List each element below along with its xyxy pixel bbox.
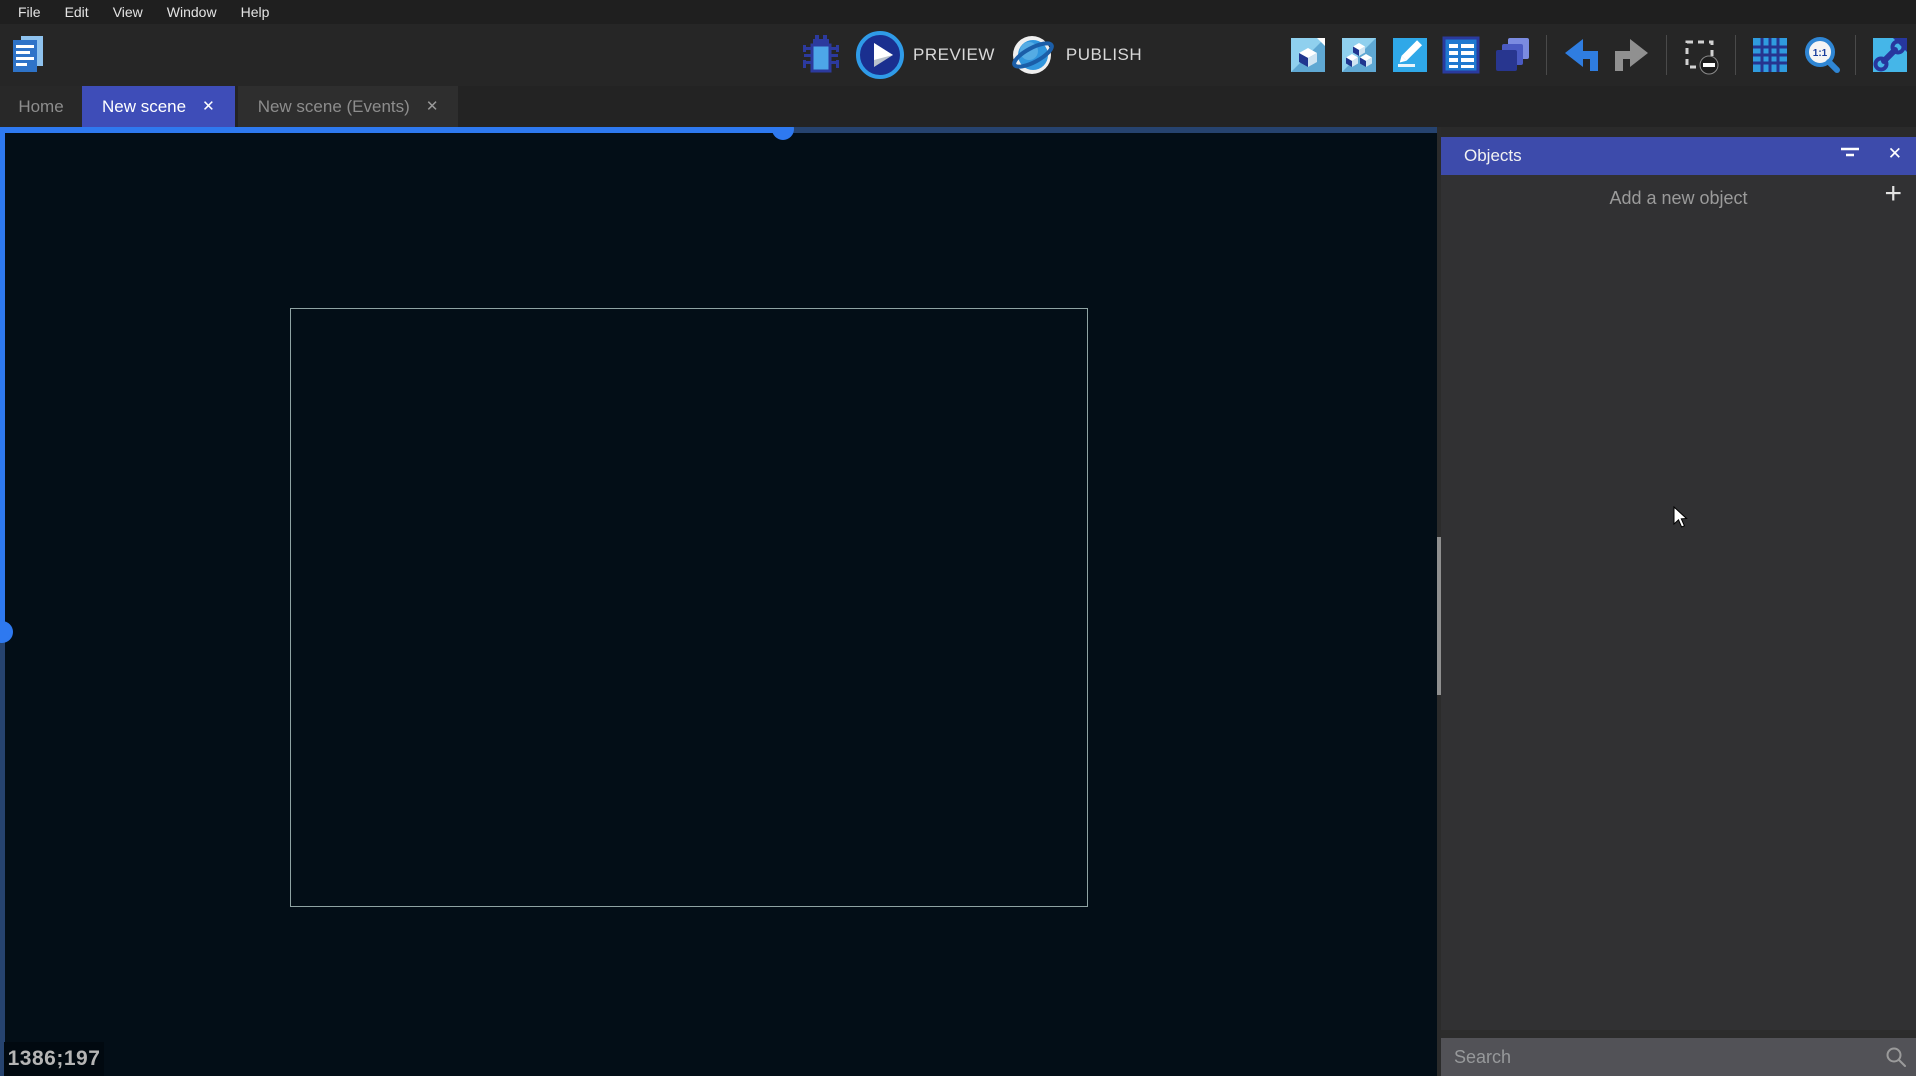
svg-text:1:1: 1:1 [1813,48,1828,59]
scene-editor-canvas[interactable]: 1386;197 [0,127,1437,1076]
filter-button[interactable] [1840,146,1860,163]
coordinates-value: 1386;197 [8,1047,101,1071]
objects-panel: Objects ✕ Add a new object + [1441,127,1916,1076]
menu-help[interactable]: Help [231,2,280,22]
menu-edit[interactable]: Edit [55,2,99,22]
grid-icon [1750,35,1790,75]
publish-button[interactable]: PUBLISH [1009,31,1142,79]
menu-file[interactable]: File [8,2,51,22]
debugger-button[interactable] [800,33,842,77]
tab-new-scene-events-label: New scene (Events) [258,97,410,117]
object-groups-button[interactable] [1339,35,1379,75]
toolbar-separator [1855,35,1856,75]
add-new-object-button[interactable]: Add a new object + [1441,175,1916,221]
tab-close-icon[interactable]: ✕ [426,99,439,114]
cursor-coordinates-readout: 1386;197 [4,1042,104,1076]
panel-top-strip [1441,127,1916,137]
objects-panel-title: Objects [1464,146,1522,166]
scene-properties-button[interactable] [1870,35,1910,75]
zoom-1-1-icon: 1:1 [1801,35,1841,75]
preview-label: PREVIEW [913,45,995,65]
objects-editor-button[interactable] [1288,35,1328,75]
toolbar-separator [1666,35,1667,75]
tab-new-scene-events[interactable]: New scene (Events) ✕ [238,86,459,127]
panel-close-button[interactable]: ✕ [1888,144,1902,164]
add-object-label: Add a new object [1441,175,1916,221]
menu-window[interactable]: Window [157,2,227,22]
layers-icon [1492,35,1532,75]
project-manager-button[interactable] [8,34,48,76]
layers-editor-button[interactable] [1492,35,1532,75]
toolbar-separator [1735,35,1736,75]
search-icon [1885,1046,1907,1073]
publish-globe-icon [1009,31,1057,79]
toolbar-center-group: PREVIEW PUBLISH [800,24,1142,86]
properties-pencil-icon [1390,35,1430,75]
menu-bar: File Edit View Window Help [0,0,1916,24]
editor-tab-bar: Home New scene ✕ New scene (Events) ✕ [0,86,1916,127]
undo-button[interactable] [1561,35,1601,75]
grid-button[interactable] [1750,35,1790,75]
menu-view[interactable]: View [103,2,153,22]
toolbar-right-group: 1:1 [1288,24,1910,86]
instances-list-button[interactable] [1441,35,1481,75]
plus-icon: + [1884,177,1902,211]
toolbar-separator [1546,35,1547,75]
undo-icon [1561,35,1601,75]
app-window: File Edit View Window Help [0,0,1916,1076]
clear-selection-button[interactable] [1681,35,1721,75]
object-groups-icon [1339,35,1379,75]
filter-icon [1840,146,1860,160]
scene-properties-wrench-icon [1870,35,1910,75]
tab-close-icon[interactable]: ✕ [202,99,215,114]
game-window-frame [290,308,1088,907]
close-icon: ✕ [1888,144,1902,163]
canvas-vscrollbar-thumb[interactable] [0,621,13,643]
project-manager-icon [8,34,48,76]
objects-editor-icon [1288,35,1328,75]
mouse-cursor [1673,506,1691,530]
panel-bottom-strip [1441,1030,1916,1038]
main-toolbar: PREVIEW PUBLISH [0,24,1916,86]
tab-home[interactable]: Home [0,86,82,127]
redo-icon [1612,35,1652,75]
canvas-hscrollbar-track[interactable] [778,127,1437,133]
zoom-1-1-button[interactable]: 1:1 [1801,35,1841,75]
publish-label: PUBLISH [1066,45,1142,65]
tab-new-scene[interactable]: New scene ✕ [82,86,235,127]
canvas-hscrollbar[interactable] [0,127,778,133]
instances-list-icon [1441,35,1481,75]
object-search-bar [1441,1038,1916,1076]
canvas-vscrollbar-track[interactable] [0,632,5,1076]
canvas-hscrollbar-thumb[interactable] [772,127,794,140]
debugger-bug-icon [800,33,842,77]
objects-panel-header: Objects ✕ [1441,137,1916,175]
tab-new-scene-label: New scene [102,97,186,117]
object-search-input[interactable] [1441,1038,1916,1076]
clear-selection-icon [1681,35,1721,75]
preview-button[interactable]: PREVIEW [856,31,995,79]
properties-button[interactable] [1390,35,1430,75]
preview-play-icon [856,31,904,79]
redo-button[interactable] [1612,35,1652,75]
tab-home-label: Home [18,97,63,117]
canvas-vscrollbar[interactable] [0,127,5,632]
